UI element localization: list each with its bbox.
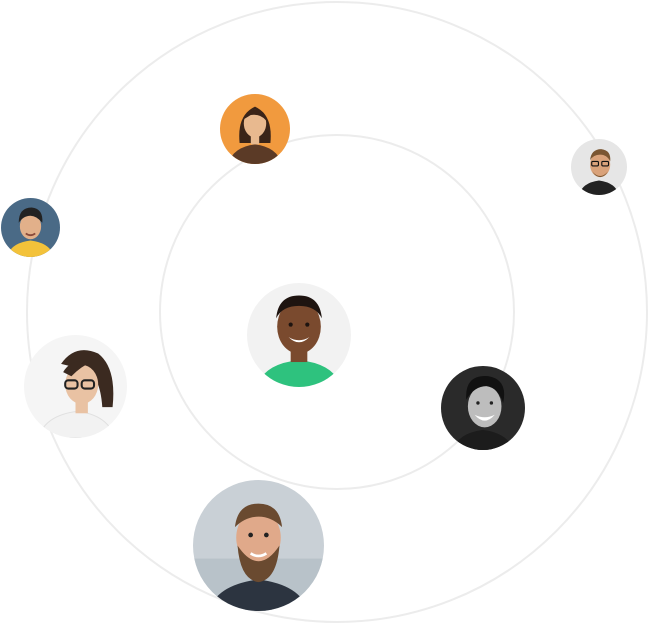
person-avatar-icon — [1, 198, 60, 257]
avatar-bearded-man[interactable] — [193, 480, 324, 611]
avatar-woman-glasses[interactable] — [24, 335, 127, 438]
avatar-young-man-beanie[interactable] — [1, 198, 60, 257]
person-avatar-icon — [247, 283, 351, 387]
avatar-man-glasses[interactable] — [571, 139, 627, 195]
avatar-man-bw[interactable] — [441, 366, 525, 450]
person-avatar-icon — [571, 139, 627, 195]
avatar-woman-orange[interactable] — [220, 94, 290, 164]
orbit-graphic — [0, 0, 651, 625]
person-avatar-icon — [220, 94, 290, 164]
avatar-center-man[interactable] — [247, 283, 351, 387]
person-avatar-icon — [193, 480, 324, 611]
person-avatar-icon — [24, 335, 127, 438]
person-avatar-icon — [441, 366, 525, 450]
